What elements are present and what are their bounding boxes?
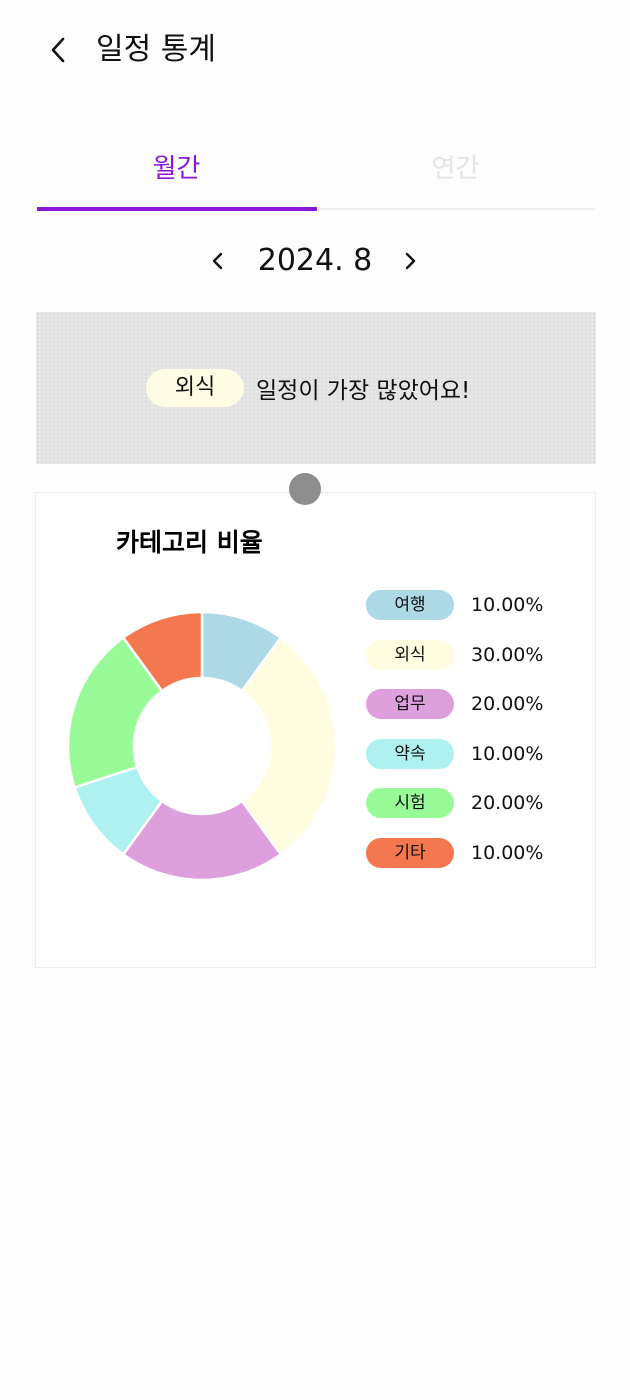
legend-category-badge: 약속 xyxy=(366,738,454,769)
legend-item: 기타 10.00% xyxy=(366,838,586,870)
month-navigator: 2024. 8 xyxy=(0,236,630,286)
legend-percentage: 20.00% xyxy=(471,693,544,716)
legend-percentage: 30.00% xyxy=(471,643,544,666)
legend-category-badge: 여행 xyxy=(366,590,454,620)
period-tabs: 월간 연간 xyxy=(37,140,595,212)
summary-row: 외식 일정이 가장 많았어요! xyxy=(146,367,470,409)
chevron-left-icon xyxy=(51,37,65,63)
legend-category-badge: 업무 xyxy=(366,689,454,720)
legend-category-badge: 기타 xyxy=(366,838,454,868)
next-month-button[interactable] xyxy=(393,240,429,280)
top-category-badge: 외식 xyxy=(146,369,244,407)
legend-item: 외식 30.00% xyxy=(366,639,586,672)
page-title: 일정 통계 xyxy=(96,32,216,67)
legend-item: 시험 20.00% xyxy=(366,788,586,820)
chevron-right-icon xyxy=(405,252,416,270)
tab-yearly[interactable]: 연간 xyxy=(316,140,595,208)
legend-item: 여행 10.00% xyxy=(366,590,586,622)
previous-month-button[interactable] xyxy=(200,240,236,280)
active-tab-indicator xyxy=(37,207,317,211)
legend-category-badge: 외식 xyxy=(366,639,454,670)
legend-item: 약속 10.00% xyxy=(366,738,586,771)
drag-handle[interactable] xyxy=(289,473,321,505)
category-donut-chart xyxy=(66,610,338,882)
current-month-label: 2024. 8 xyxy=(257,243,373,278)
legend-percentage: 10.00% xyxy=(471,742,544,765)
summary-banner: 외식 일정이 가장 많았어요! xyxy=(36,312,596,464)
legend-item: 업무 20.00% xyxy=(366,689,586,721)
chevron-left-icon xyxy=(212,252,223,270)
category-ratio-card: 카테고리 비율 여행 10.00% 외식 30.00% 업무 20.00% 약속 10.00%… xyxy=(35,492,596,968)
legend-category-badge: 시험 xyxy=(366,788,454,819)
legend-percentage: 10.00% xyxy=(471,594,544,616)
back-button[interactable] xyxy=(38,30,78,70)
summary-text: 일정이 가장 많았어요! xyxy=(256,378,471,404)
tab-monthly[interactable]: 월간 xyxy=(37,140,316,208)
legend-percentage: 20.00% xyxy=(471,792,544,815)
tab-divider xyxy=(317,208,595,210)
app-header: 일정 통계 xyxy=(0,0,630,100)
legend-percentage: 10.00% xyxy=(471,842,544,864)
